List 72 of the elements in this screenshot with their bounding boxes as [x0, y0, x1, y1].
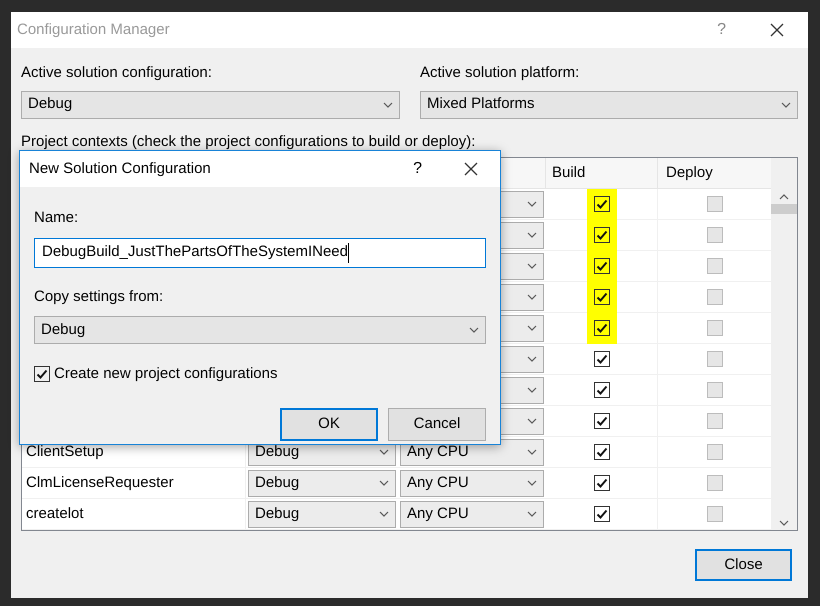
chevron-up-icon — [779, 194, 789, 200]
chevron-down-icon — [379, 511, 389, 517]
section-label: Project contexts (check the project configurations to build or deploy): — [20, 132, 476, 152]
chevron-down-icon — [527, 294, 537, 300]
checkbox[interactable] — [594, 444, 610, 460]
checkbox[interactable] — [706, 382, 722, 398]
checkbox[interactable] — [706, 227, 722, 243]
table-cell-text: ClientSetup — [26, 442, 104, 462]
field-label: Active solution platform: — [420, 63, 580, 83]
checkbox[interactable] — [594, 196, 610, 212]
checkbox[interactable] — [706, 320, 722, 336]
checkbox[interactable] — [594, 289, 610, 305]
chevron-down-icon — [779, 520, 789, 526]
checkbox[interactable] — [706, 444, 722, 460]
chevron-down-icon — [527, 480, 537, 486]
checkbox[interactable] — [594, 382, 610, 398]
checkbox-label: Create new project configurations — [54, 364, 278, 384]
checkbox[interactable] — [594, 506, 610, 522]
table-cell-text: ClmLicenseRequester — [26, 472, 174, 493]
scroll-thumb[interactable] — [771, 204, 797, 214]
chevron-down-icon — [527, 201, 537, 207]
chevron-down-icon — [527, 418, 537, 424]
checkbox[interactable] — [706, 258, 722, 274]
table-cell-text: createlot — [26, 504, 84, 524]
column-header[interactable]: Deploy — [658, 158, 771, 188]
cancel-button[interactable]: Cancel — [388, 408, 486, 440]
chevron-down-icon — [527, 511, 537, 517]
platform-dropdown[interactable]: Mixed Platforms — [420, 90, 798, 118]
chevron-down-icon — [383, 102, 393, 108]
close-icon[interactable] — [464, 162, 478, 176]
ok-button[interactable]: OK — [280, 408, 378, 440]
configuration-dropdown[interactable]: Debug — [248, 500, 396, 528]
checkbox[interactable] — [706, 351, 722, 367]
field-label: Active solution configuration: — [21, 63, 213, 83]
close-button[interactable]: Close — [695, 549, 792, 581]
checkbox[interactable] — [706, 289, 722, 305]
checkbox[interactable] — [594, 258, 610, 274]
checkbox[interactable] — [34, 366, 50, 382]
platform-dropdown[interactable]: Any CPU — [400, 470, 544, 496]
checkbox[interactable] — [594, 351, 610, 367]
checkbox[interactable] — [594, 227, 610, 243]
chevron-down-icon — [379, 480, 389, 486]
window-title: Configuration Manager — [17, 20, 171, 40]
chevron-down-icon — [527, 387, 537, 393]
name-field[interactable]: DebugBuild_JustThePartsOfTheSystemINeed — [34, 238, 486, 268]
configuration-dropdown[interactable]: Debug — [248, 470, 396, 496]
column-header[interactable]: Build — [546, 158, 658, 188]
scrollbar[interactable] — [771, 158, 797, 530]
close-icon[interactable] — [770, 23, 784, 37]
chevron-down-icon — [527, 356, 537, 362]
configuration-dropdown[interactable]: Debug — [21, 90, 400, 118]
checkbox[interactable] — [706, 475, 722, 491]
checkbox[interactable] — [706, 413, 722, 429]
field-label: Copy settings from: — [34, 286, 164, 306]
platform-dropdown[interactable]: Any CPU — [400, 500, 544, 528]
chevron-down-icon — [527, 325, 537, 331]
checkbox[interactable] — [706, 196, 722, 212]
checkbox[interactable] — [594, 475, 610, 491]
help-button[interactable]: ? — [717, 18, 726, 42]
help-button[interactable]: ? — [413, 157, 422, 181]
copy-settings-dropdown[interactable]: Debug — [34, 316, 486, 344]
chevron-down-icon — [379, 449, 389, 455]
chevron-down-icon — [527, 232, 537, 238]
chevron-down-icon — [781, 102, 791, 108]
chevron-down-icon — [469, 327, 479, 333]
checkbox[interactable] — [594, 320, 610, 336]
field-label: Name: — [34, 208, 80, 228]
checkbox[interactable] — [706, 506, 722, 522]
chevron-down-icon — [527, 263, 537, 269]
dialog-title: New Solution Configuration — [29, 158, 212, 179]
chevron-down-icon — [527, 449, 537, 455]
checkbox[interactable] — [594, 413, 610, 429]
